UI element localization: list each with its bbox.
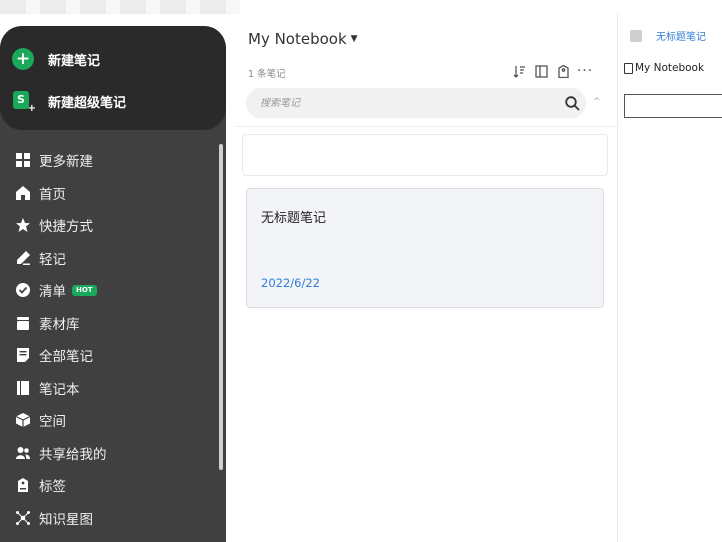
note-tab-icon	[630, 29, 642, 42]
home-icon	[16, 185, 30, 200]
sidebar-item-materials[interactable]: 素材库	[0, 307, 226, 340]
blank-note-slot[interactable]	[242, 134, 608, 176]
editor-notebook-selector[interactable]: My Notebook	[624, 62, 704, 74]
top-strip	[0, 0, 240, 14]
sidebar-scrollbar[interactable]	[219, 144, 223, 470]
sidebar-item-label: 素材库	[39, 316, 80, 333]
notebook-icon	[624, 62, 633, 74]
new-note-button[interactable]: + 新建笔记	[0, 42, 226, 76]
list-divider	[236, 126, 617, 127]
tag-outline-icon	[557, 64, 569, 78]
sidebar-item-templates[interactable]: 模板	[0, 534, 226, 542]
sidebar-item-tags[interactable]: 标签	[0, 469, 226, 502]
new-super-note-button[interactable]: S + 新建超级笔记	[0, 84, 226, 118]
note-date: 2022/6/22	[261, 276, 320, 290]
sidebar-item-spaces[interactable]: 空间	[0, 404, 226, 437]
editor-tab[interactable]: 无标题笔记	[630, 28, 706, 43]
note-count: 1 条笔记	[248, 69, 286, 80]
sidebar-item-notebooks[interactable]: 笔记本	[0, 372, 226, 405]
sidebar-item-label: 标签	[39, 479, 66, 496]
box-icon	[16, 316, 30, 330]
sidebar-item-label: 空间	[39, 414, 66, 431]
sidebar-item-shared-with-me[interactable]: 共享给我的	[0, 437, 226, 470]
new-super-note-label: 新建超级笔记	[48, 95, 127, 111]
check-circle-icon	[16, 283, 30, 298]
sidebar-item-more-new[interactable]: 更多新建	[0, 144, 226, 177]
app-window: + 新建笔记 S + 新建超级笔记 更多新建 首页 快捷方式 轻记 清单 HOT…	[0, 0, 722, 542]
sidebar-item-all-notes[interactable]: 全部笔记	[0, 339, 226, 372]
sidebar-item-quick-note[interactable]: 轻记	[0, 242, 226, 275]
graph-icon	[16, 510, 30, 525]
more-options-button[interactable]: ···	[576, 62, 594, 80]
note-icon	[16, 348, 30, 363]
sidebar-item-checklist[interactable]: 清单 HOT	[0, 274, 226, 307]
sidebar-item-label: 快捷方式	[39, 219, 93, 236]
search-icon[interactable]	[558, 89, 586, 117]
sidebar-item-label: 知识星图	[39, 511, 93, 528]
layout-icon	[534, 64, 548, 78]
people-icon	[16, 446, 30, 460]
sidebar-item-label: 清单	[39, 284, 66, 301]
editor-panel: 无标题笔记 My Notebook	[618, 14, 722, 542]
collapse-up-icon[interactable]: ^	[593, 97, 601, 107]
sidebar-item-home[interactable]: 首页	[0, 177, 226, 210]
note-title-input[interactable]	[624, 94, 722, 118]
sidebar-item-label: 轻记	[39, 251, 66, 268]
editor-tab-title: 无标题笔记	[656, 32, 706, 43]
view-mode-button[interactable]	[532, 62, 550, 80]
sidebar-new-section: + 新建笔记 S + 新建超级笔记	[0, 26, 226, 130]
sidebar: + 新建笔记 S + 新建超级笔记 更多新建 首页 快捷方式 轻记 清单 HOT…	[0, 26, 226, 542]
tag-filter-button[interactable]	[554, 62, 572, 80]
notebook-title-dropdown[interactable]: My Notebook ▼	[248, 30, 358, 48]
sort-button[interactable]	[510, 62, 528, 80]
search-bar	[246, 88, 586, 118]
hot-badge: HOT	[72, 284, 97, 296]
new-note-label: 新建笔记	[48, 53, 101, 69]
sidebar-item-label: 更多新建	[39, 154, 93, 171]
list-item[interactable]: 无标题笔记 2022/6/22	[246, 188, 604, 308]
sidebar-item-shortcuts[interactable]: 快捷方式	[0, 209, 226, 242]
sidebar-nav: 更多新建 首页 快捷方式 轻记 清单 HOT 素材库 全部笔记 笔记本 空间 共…	[0, 144, 226, 542]
sidebar-item-label: 首页	[39, 186, 66, 203]
tag-icon	[16, 478, 30, 493]
editor-notebook-name: My Notebook	[635, 62, 705, 74]
note-title: 无标题笔记	[261, 211, 327, 226]
plus-circle-icon: +	[12, 48, 34, 70]
pen-icon	[16, 250, 30, 265]
star-icon	[16, 218, 30, 233]
search-input[interactable]	[260, 97, 558, 109]
notebook-title: My Notebook	[248, 30, 347, 48]
sidebar-item-label: 笔记本	[39, 381, 80, 398]
super-note-icon: S +	[12, 90, 36, 114]
sidebar-item-label: 全部笔记	[39, 349, 93, 366]
notebook-icon	[16, 380, 30, 395]
grid-icon	[16, 153, 30, 168]
sidebar-item-knowledge-graph[interactable]: 知识星图	[0, 502, 226, 535]
caret-down-icon: ▼	[350, 34, 358, 44]
note-list-panel: My Notebook ▼ 1 条笔记 ··· ^ 无标题笔记	[236, 14, 617, 542]
sort-icon	[513, 65, 525, 78]
cube-icon	[16, 413, 30, 428]
sidebar-item-label: 共享给我的	[39, 446, 107, 463]
list-toolbar: ···	[506, 62, 594, 80]
